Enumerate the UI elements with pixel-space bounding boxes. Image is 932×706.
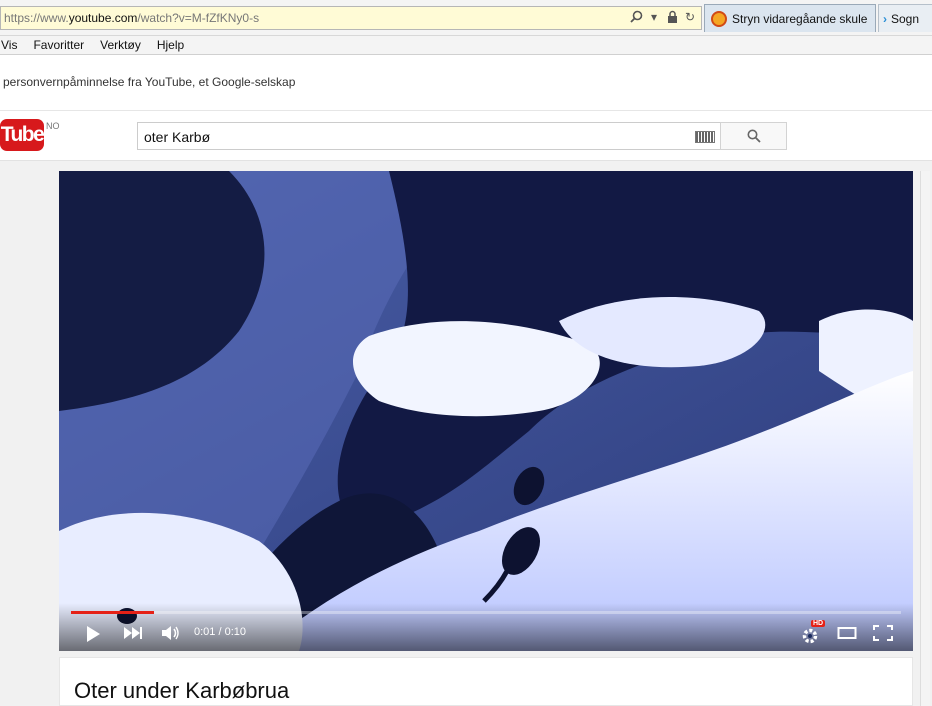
theater-mode-icon[interactable] [837, 625, 857, 646]
keyboard-icon[interactable] [695, 131, 715, 143]
tab-stryn[interactable]: Stryn vidaregåande skule [704, 4, 876, 32]
masthead: Tube NO oter Karbø [0, 111, 932, 161]
next-icon[interactable] [123, 625, 143, 646]
tab-sogn[interactable]: › Sogn [878, 4, 932, 32]
tab-label: Stryn vidaregåande skule [732, 11, 868, 26]
browser-address-row: https://www.youtube.com/watch?v=M-fZfKNy… [0, 0, 932, 36]
menu-verktoy[interactable]: Verktøy [100, 38, 141, 52]
lock-icon[interactable] [665, 10, 679, 24]
chevron-right-icon: › [883, 11, 887, 26]
search-icon[interactable] [629, 10, 643, 24]
refresh-icon[interactable]: ↻ [683, 10, 697, 24]
hd-badge: HD [811, 620, 826, 627]
region-label: NO [46, 121, 60, 131]
url-bar[interactable]: https://www.youtube.com/watch?v=M-fZfKNy… [0, 6, 702, 30]
url-text[interactable]: https://www.youtube.com/watch?v=M-fZfKNy… [4, 11, 259, 25]
settings-gear-icon[interactable] [801, 625, 821, 650]
url-path: /watch?v=M-fZfKNy0-s [137, 11, 260, 25]
play-icon[interactable] [85, 625, 101, 648]
menu-favoritter[interactable]: Favoritter [33, 38, 84, 52]
menu-hjelp[interactable]: Hjelp [157, 38, 184, 52]
chevron-down-icon[interactable]: ▾ [647, 10, 661, 24]
tab-label: Sogn [891, 11, 920, 26]
menu-bar: Vis Favoritter Verktøy Hjelp [0, 36, 932, 55]
url-icons: ▾ ↻ [629, 10, 697, 24]
time-display: 0:01 / 0:10 [194, 626, 246, 638]
progress-bar[interactable] [71, 611, 901, 614]
video-frame [59, 171, 913, 651]
video-info-card: Oter under Karbøbrua [59, 657, 913, 706]
school-favicon-icon [711, 10, 727, 27]
url-domain: youtube.com [68, 11, 138, 25]
progress-fill [71, 611, 154, 614]
menu-vis[interactable]: Vis [1, 38, 17, 52]
youtube-logo[interactable]: Tube [0, 119, 45, 151]
search-input[interactable]: oter Karbø [137, 122, 721, 150]
privacy-notice-text[interactable]: personvernpåminnelse fra YouTube, et Goo… [3, 75, 295, 89]
scrollbar[interactable] [920, 171, 930, 706]
privacy-notice: personvernpåminnelse fra YouTube, et Goo… [0, 55, 932, 111]
player-controls: 0:01 / 0:10 HD [59, 603, 913, 651]
search-icon [747, 129, 761, 143]
fullscreen-icon[interactable] [873, 625, 893, 646]
video-title: Oter under Karbøbrua [74, 678, 290, 703]
volume-icon[interactable] [161, 625, 181, 646]
search-value: oter Karbø [144, 129, 211, 145]
page: personvernpåminnelse fra YouTube, et Goo… [0, 55, 932, 706]
search-button[interactable] [720, 122, 787, 150]
url-prefix: https://www. [4, 11, 69, 25]
video-player[interactable]: 0:01 / 0:10 HD [59, 171, 913, 651]
